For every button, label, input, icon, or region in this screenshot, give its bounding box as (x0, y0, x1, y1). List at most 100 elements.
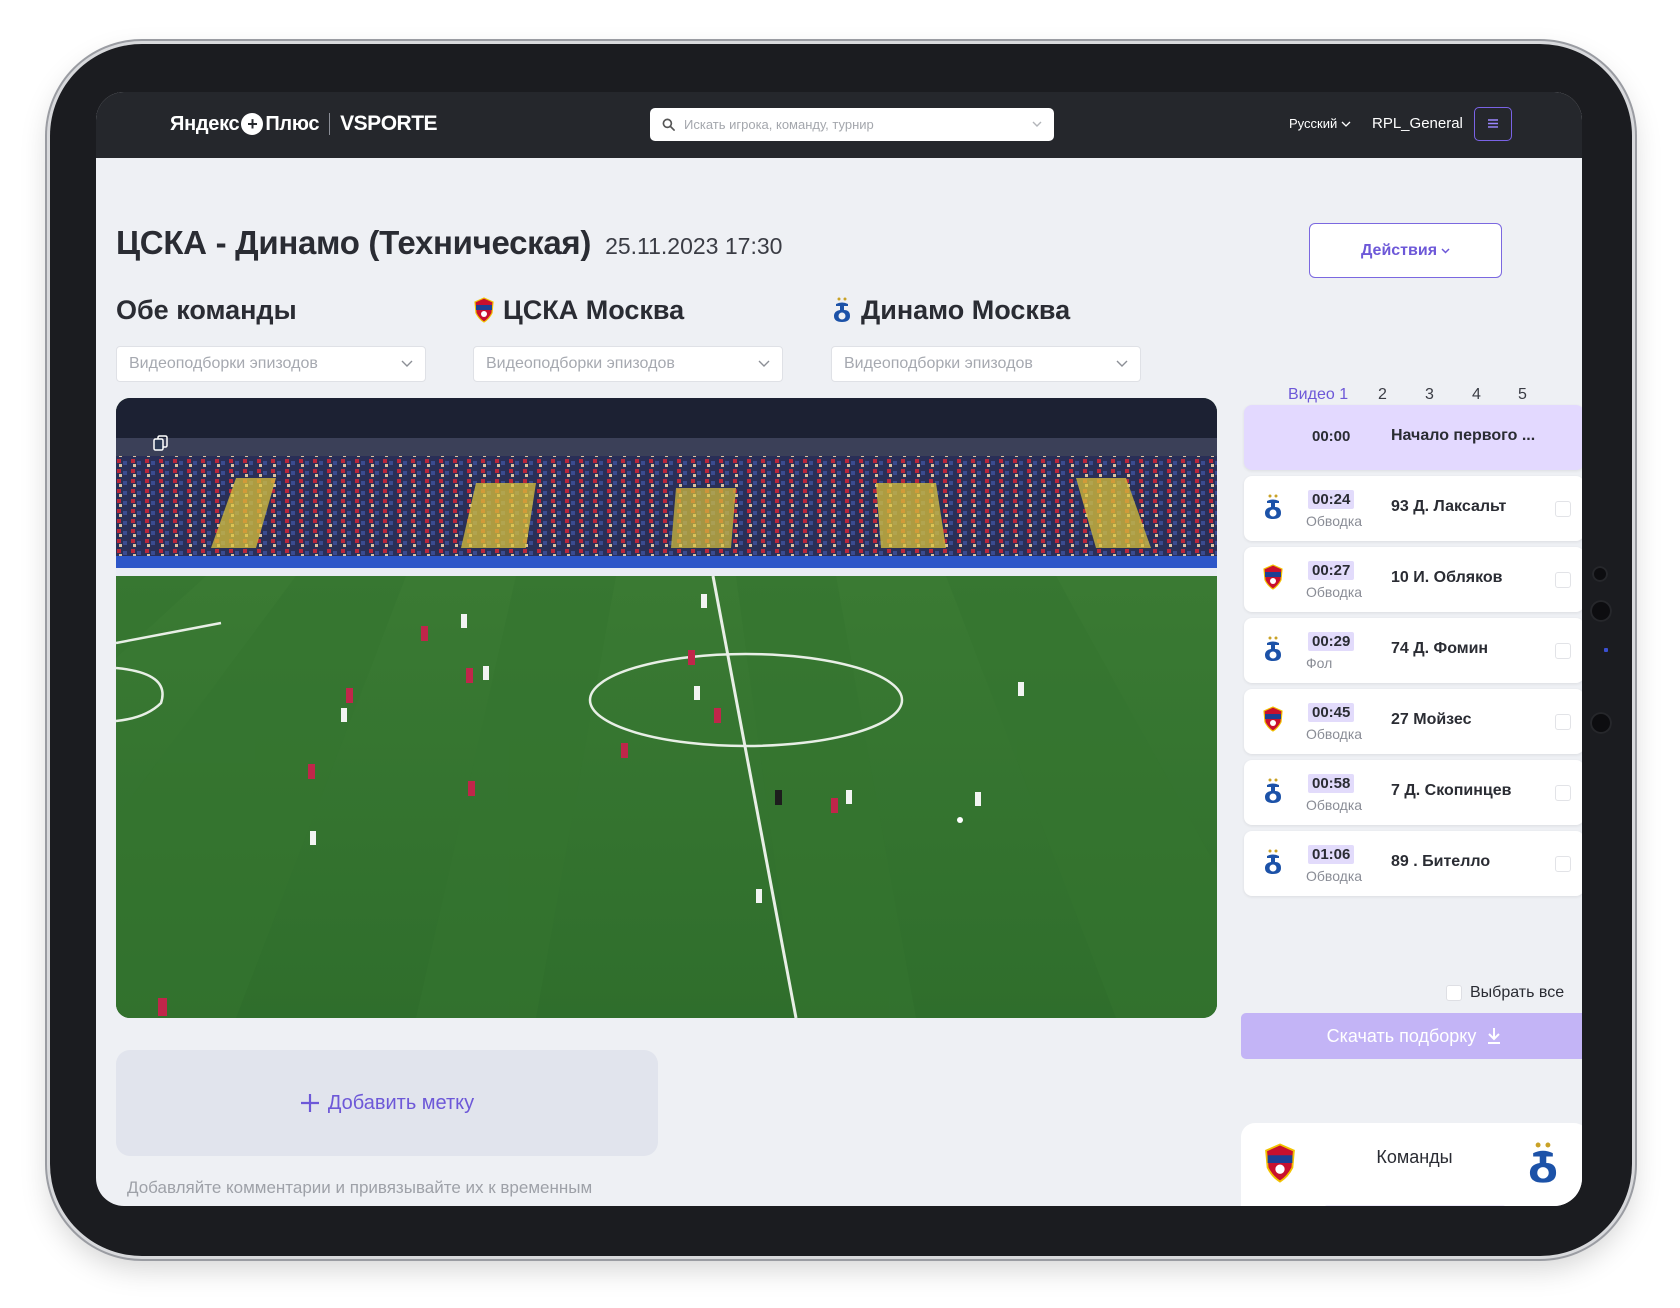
episode-checkbox[interactable] (1555, 785, 1571, 801)
episode-item[interactable]: 00:27 Обводка 10 И. Обляков (1244, 547, 1582, 612)
select-all-checkbox[interactable] (1446, 985, 1462, 1001)
logo-yandex: Яндекс (170, 112, 240, 135)
dropdown-placeholder: Видеоподборки эпизодов (129, 355, 318, 372)
dinamo-crest-icon (1265, 778, 1281, 803)
dinamo-crest-icon (1265, 849, 1281, 874)
camera-lens (1590, 600, 1612, 622)
episode-checkbox[interactable] (1555, 501, 1571, 517)
search-input[interactable] (684, 117, 1032, 132)
episode-time: 00:45 (1308, 703, 1355, 722)
episode-item[interactable]: 01:06 Обводка 89 . Бителло (1244, 831, 1582, 896)
download-icon (1488, 1028, 1501, 1044)
camera-lens-secondary (1590, 712, 1612, 734)
camera-dot (1592, 566, 1608, 582)
sensor-dot (1604, 648, 1608, 652)
select-all[interactable]: Выбрать все (1446, 984, 1564, 1002)
chevron-down-icon[interactable] (1032, 119, 1042, 131)
episode-player: 89 . Бителло (1391, 853, 1491, 870)
episode-type: Фол (1306, 655, 1333, 671)
dinamo-crest-icon (834, 297, 850, 322)
episode-checkbox[interactable] (1555, 714, 1571, 730)
match-datetime: 25.11.2023 17:30 (605, 233, 783, 259)
video-player[interactable] (116, 398, 1217, 1018)
add-marker-button[interactable]: Добавить метку (116, 1050, 658, 1156)
username-label[interactable]: RPL_General (1372, 115, 1463, 132)
chevron-down-icon (758, 360, 770, 367)
episode-title: Начало первого ... (1391, 427, 1536, 444)
episode-dropdown-dinamo[interactable]: Видеоподборки эпизодов (831, 346, 1141, 382)
logo-plus: Плюс (265, 112, 320, 135)
episode-player: 7 Д. Скопинцев (1391, 782, 1512, 799)
episode-item[interactable]: 00:00 Начало первого ... (1244, 405, 1582, 470)
team-column-cska: ЦСКА Москва Видеоподборки эпизодов (473, 292, 783, 382)
chevron-down-icon (1341, 116, 1351, 131)
dinamo-crest-icon (1265, 494, 1281, 519)
episode-item[interactable]: 00:45 Обводка 27 Мойзес (1244, 689, 1582, 754)
episode-type: Обводка (1306, 868, 1363, 884)
select-all-label: Выбрать все (1470, 984, 1565, 1001)
teams-card-indicator (1325, 1205, 1505, 1206)
dinamo-crest-icon (1265, 636, 1281, 661)
page-title: ЦСКА - Динамо (Техническая) (116, 224, 592, 261)
episode-checkbox[interactable] (1555, 572, 1571, 588)
episode-item[interactable]: 00:29 Фол 74 Д. Фомин (1244, 618, 1582, 683)
plus-icon (300, 1094, 319, 1112)
dropdown-placeholder: Видеоподборки эпизодов (844, 355, 1033, 372)
logo-vsporte: VSPORTE (340, 112, 438, 135)
episode-dropdown-both[interactable]: Видеоподборки эпизодов (116, 346, 426, 382)
hint-text: Добавляйте комментарии и привязывайте их… (127, 1178, 593, 1197)
episode-dropdown-cska[interactable]: Видеоподборки эпизодов (473, 346, 783, 382)
actions-button[interactable]: Действия (1309, 223, 1502, 278)
actions-label: Действия (1360, 241, 1438, 259)
copy-icon[interactable] (152, 434, 170, 452)
cska-crest-icon (1263, 564, 1283, 590)
top-header: Яндекс + Плюс VSPORTE Русский RPL_Genera… (96, 92, 1582, 158)
episode-type: Обводка (1306, 797, 1363, 813)
episode-time: 00:27 (1308, 561, 1355, 580)
team-name-dinamo: Динамо Москва (861, 294, 1071, 325)
match-title-row: ЦСКА - Динамо (Техническая) 25.11.2023 1… (116, 224, 782, 262)
plus-logo-icon: + (241, 113, 264, 135)
dropdown-placeholder: Видеоподборки эпизодов (486, 355, 675, 372)
hamburger-icon (1488, 119, 1498, 128)
add-marker-label: Добавить метку (327, 1091, 475, 1114)
episode-checkbox[interactable] (1555, 643, 1571, 659)
episode-time: 00:58 (1308, 774, 1355, 793)
team-column-both: Обе команды Видеоподборки эпизодов (116, 292, 426, 382)
episode-player: 27 Мойзес (1391, 711, 1472, 728)
menu-button[interactable] (1474, 107, 1512, 141)
download-collection-button[interactable]: Скачать подборку (1241, 1013, 1582, 1059)
cska-crest-icon (474, 297, 494, 323)
teams-card: Команды (1241, 1123, 1582, 1206)
episode-item[interactable]: 00:24 Обводка 93 Д. Лаксальт (1244, 476, 1582, 541)
team-name-cska: ЦСКА Москва (503, 294, 685, 325)
chevron-down-icon (1441, 247, 1450, 254)
search-bar[interactable] (650, 108, 1054, 141)
app-screen: Яндекс + Плюс VSPORTE Русский RPL_Genera… (96, 92, 1582, 1206)
language-label: Русский (1289, 116, 1338, 131)
logo-divider (329, 113, 331, 135)
episode-time: 00:00 (1312, 428, 1351, 445)
cska-crest-icon (1263, 706, 1283, 732)
search-icon (662, 118, 676, 132)
episode-time: 00:24 (1308, 490, 1355, 509)
language-selector[interactable]: Русский (1289, 116, 1351, 131)
episode-time: 01:06 (1308, 845, 1355, 864)
team-header-cska: ЦСКА Москва (473, 292, 783, 328)
episode-player: 10 И. Обляков (1391, 569, 1503, 586)
episode-type: Обводка (1306, 513, 1363, 529)
episode-player: 93 Д. Лаксальт (1391, 498, 1507, 515)
video-frame (116, 398, 1217, 1018)
dinamo-crest-icon (1529, 1142, 1557, 1183)
episode-checkbox[interactable] (1555, 856, 1571, 872)
brand-logo[interactable]: Яндекс + Плюс VSPORTE (170, 112, 438, 136)
team-column-dinamo: Динамо Москва Видеоподборки эпизодов (831, 292, 1141, 382)
chevron-down-icon (401, 360, 413, 367)
team-name-both: Обе команды (116, 294, 297, 325)
episode-time: 00:29 (1308, 632, 1355, 651)
team-header-dinamo: Динамо Москва (831, 292, 1141, 328)
episode-type: Обводка (1306, 726, 1363, 742)
episode-type: Обводка (1306, 584, 1363, 600)
episode-player: 74 Д. Фомин (1391, 640, 1489, 657)
episode-item[interactable]: 00:58 Обводка 7 Д. Скопинцев (1244, 760, 1582, 825)
